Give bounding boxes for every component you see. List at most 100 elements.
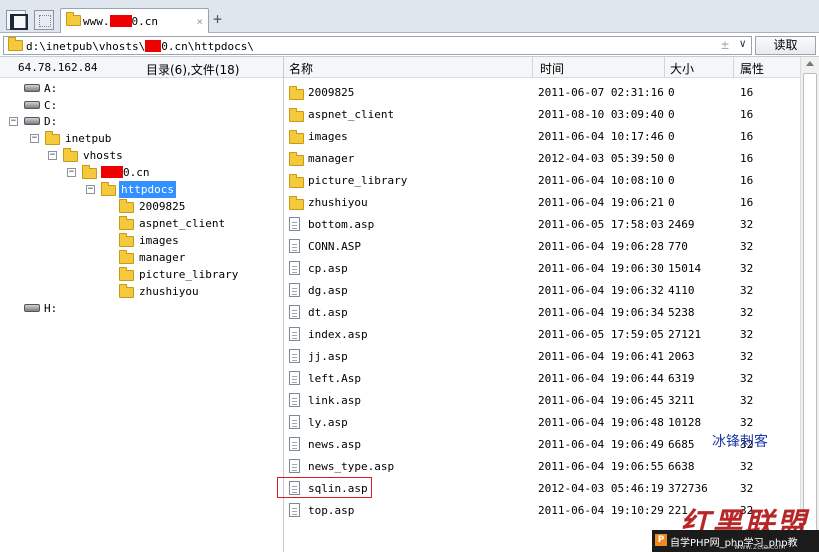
drive-icon bbox=[24, 101, 40, 109]
add-tab-icon[interactable]: + bbox=[213, 12, 222, 27]
column-divider[interactable] bbox=[664, 57, 665, 78]
file-name: link.asp bbox=[308, 394, 361, 407]
new-window-button[interactable] bbox=[34, 10, 54, 30]
file-icon bbox=[289, 283, 300, 297]
column-divider[interactable] bbox=[733, 57, 734, 78]
table-row[interactable]: dg.asp 2011-06-04 19:06:32 4110 32 bbox=[284, 279, 800, 301]
file-time: 2011-06-04 19:06:34 bbox=[538, 306, 664, 319]
file-attr: 16 bbox=[740, 174, 754, 187]
tree-label: C: bbox=[44, 99, 58, 112]
drive-icon bbox=[24, 117, 40, 125]
table-row[interactable]: aspnet_client 2011-08-10 03:09:40 0 16 bbox=[284, 103, 800, 125]
table-row[interactable]: bottom.asp 2011-06-05 17:58:03 2469 32 bbox=[284, 213, 800, 235]
chevron-down-icon[interactable]: ∨ bbox=[739, 37, 746, 50]
footer-banner: P 自学PHP网_php学习_php教 www.2cto.com bbox=[652, 530, 819, 552]
table-row[interactable]: ly.asp 2011-06-04 19:06:48 10128 32 bbox=[284, 411, 800, 433]
table-row[interactable]: cp.asp 2011-06-04 19:06:30 15014 32 bbox=[284, 257, 800, 279]
file-icon bbox=[289, 217, 300, 231]
file-size: 0 bbox=[668, 174, 675, 187]
file-name: zhushiyou bbox=[308, 196, 368, 209]
file-size: 15014 bbox=[668, 262, 702, 275]
folder-icon bbox=[119, 199, 134, 213]
folder-tree: A: C: − D: − inetpub − vhosts − 0.cn − h… bbox=[0, 78, 283, 552]
column-time[interactable]: 时间 bbox=[540, 60, 564, 77]
column-name[interactable]: 名称 bbox=[289, 60, 313, 77]
tab-active[interactable]: www. 0.cn × bbox=[60, 8, 209, 34]
table-row[interactable]: zhushiyou 2011-06-04 19:06:21 0 16 bbox=[284, 191, 800, 213]
plus-minus-icon[interactable]: ± bbox=[721, 38, 729, 53]
folder-icon bbox=[119, 216, 134, 230]
expand-toggle[interactable]: − bbox=[67, 168, 76, 177]
file-size: 0 bbox=[668, 152, 675, 165]
folder-icon bbox=[82, 165, 97, 179]
address-path: d:\inetpub\vhosts\ 0.cn\httpdocs\ bbox=[26, 40, 254, 53]
table-row[interactable]: news_type.asp 2011-06-04 19:06:55 6638 32 bbox=[284, 455, 800, 477]
column-size[interactable]: 大小 bbox=[670, 60, 694, 77]
file-attr: 16 bbox=[740, 130, 754, 143]
file-icon bbox=[289, 349, 300, 363]
folder-icon bbox=[45, 131, 60, 145]
file-size: 6638 bbox=[668, 460, 695, 473]
file-time: 2011-06-05 17:59:05 bbox=[538, 328, 664, 341]
file-time: 2012-04-03 05:39:50 bbox=[538, 152, 664, 165]
tree-label-selected: httpdocs bbox=[119, 181, 176, 198]
file-name: left.Asp bbox=[308, 372, 361, 385]
file-attr: 32 bbox=[740, 416, 754, 429]
scroll-up-icon[interactable] bbox=[806, 61, 814, 66]
table-row[interactable]: index.asp 2011-06-05 17:59:05 27121 32 bbox=[284, 323, 800, 345]
table-row[interactable]: left.Asp 2011-06-04 19:06:44 6319 32 bbox=[284, 367, 800, 389]
file-size: 0 bbox=[668, 196, 675, 209]
tree-label: H: bbox=[44, 302, 58, 315]
file-size: 27121 bbox=[668, 328, 702, 341]
file-time: 2011-06-04 19:06:28 bbox=[538, 240, 664, 253]
folder-icon bbox=[63, 148, 78, 162]
file-icon bbox=[289, 305, 300, 319]
expand-toggle[interactable]: − bbox=[30, 134, 39, 143]
folder-icon bbox=[289, 108, 304, 122]
tree-label: zhushiyou bbox=[139, 285, 199, 298]
file-icon bbox=[289, 415, 300, 429]
table-row[interactable]: images 2011-06-04 10:17:46 0 16 bbox=[284, 125, 800, 147]
table-row[interactable]: dt.asp 2011-06-04 19:06:34 5238 32 bbox=[284, 301, 800, 323]
file-attr: 32 bbox=[740, 218, 754, 231]
column-divider[interactable] bbox=[532, 57, 533, 78]
column-attr[interactable]: 属性 bbox=[740, 60, 764, 77]
expand-toggle[interactable]: − bbox=[9, 117, 18, 126]
folder-icon bbox=[289, 130, 304, 144]
file-attr: 32 bbox=[740, 394, 754, 407]
file-size: 4110 bbox=[668, 284, 695, 297]
file-attr: 32 bbox=[740, 482, 754, 495]
table-row[interactable]: CONN.ASP 2011-06-04 19:06:28 770 32 bbox=[284, 235, 800, 257]
file-size: 3211 bbox=[668, 394, 695, 407]
file-size: 6685 bbox=[668, 438, 695, 451]
table-row[interactable]: picture_library 2011-06-04 10:08:10 0 16 bbox=[284, 169, 800, 191]
vertical-scrollbar[interactable] bbox=[800, 57, 819, 552]
panel-toggle-button[interactable] bbox=[6, 10, 28, 30]
folder-icon bbox=[66, 12, 81, 26]
table-row[interactable]: link.asp 2011-06-04 19:06:45 3211 32 bbox=[284, 389, 800, 411]
file-time: 2011-06-07 02:31:16 bbox=[538, 86, 664, 99]
table-row[interactable]: 2009825 2011-06-07 02:31:16 0 16 bbox=[284, 81, 800, 103]
file-attr: 32 bbox=[740, 350, 754, 363]
file-name: news_type.asp bbox=[308, 460, 395, 473]
file-time: 2011-06-04 19:06:21 bbox=[538, 196, 664, 209]
folder-icon bbox=[289, 196, 304, 210]
file-size: 2469 bbox=[668, 218, 695, 231]
file-icon bbox=[289, 393, 300, 407]
file-attr: 32 bbox=[740, 372, 754, 385]
tree-label: manager bbox=[139, 251, 186, 264]
folder-icon bbox=[119, 233, 134, 247]
read-button[interactable]: 读取 bbox=[755, 36, 816, 55]
file-attr: 32 bbox=[740, 306, 754, 319]
table-row[interactable]: manager 2012-04-03 05:39:50 0 16 bbox=[284, 147, 800, 169]
expand-toggle[interactable]: − bbox=[86, 185, 95, 194]
file-list-header: 名称 时间 大小 属性 bbox=[284, 57, 800, 78]
address-input[interactable]: d:\inetpub\vhosts\ 0.cn\httpdocs\ ± ∨ bbox=[3, 36, 752, 55]
scrollbar-thumb[interactable] bbox=[803, 73, 817, 543]
expand-toggle[interactable]: − bbox=[48, 151, 57, 160]
tab-close-icon[interactable]: × bbox=[196, 15, 203, 28]
file-name: CONN.ASP bbox=[308, 240, 361, 253]
file-icon bbox=[289, 437, 300, 451]
file-attr: 16 bbox=[740, 196, 754, 209]
table-row[interactable]: jj.asp 2011-06-04 19:06:41 2063 32 bbox=[284, 345, 800, 367]
